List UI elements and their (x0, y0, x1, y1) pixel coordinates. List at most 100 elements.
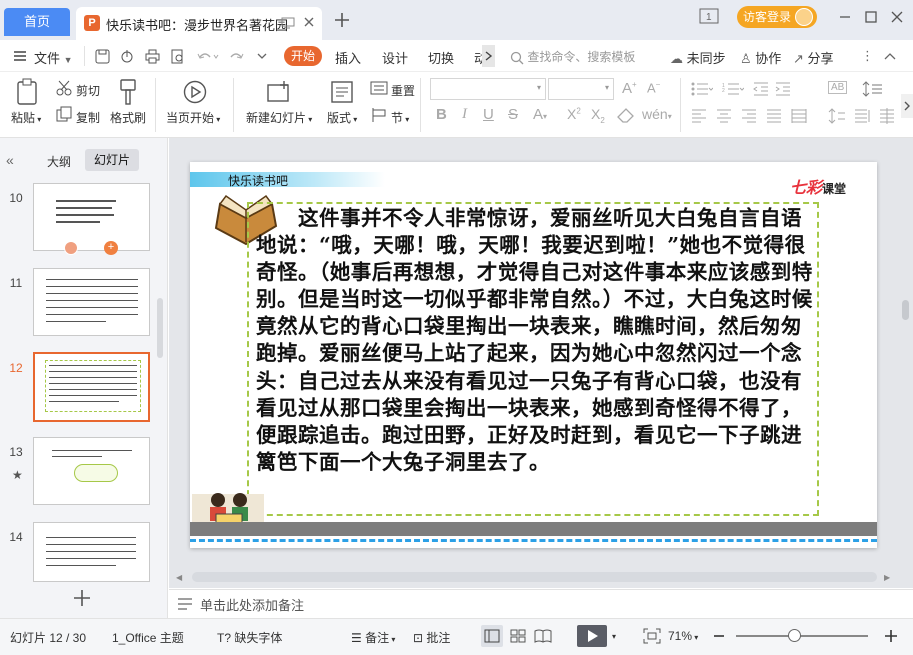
tab-outline[interactable]: 大纲 (47, 153, 71, 170)
paste-icon[interactable] (15, 78, 41, 106)
text-box-style-icon[interactable]: AB (828, 81, 848, 94)
slide-thumbnail[interactable] (33, 268, 150, 336)
tab-animation[interactable]: 动 (474, 48, 482, 67)
home-tab[interactable]: 首页 (4, 8, 70, 36)
font-size-dropdown[interactable]: ▾ (548, 78, 614, 100)
zoom-in-icon[interactable] (883, 628, 899, 644)
export-icon[interactable] (120, 49, 135, 64)
theme-name[interactable]: 1_Office 主题 (112, 629, 184, 646)
decrease-font-size-icon[interactable]: A− (647, 80, 660, 95)
new-slide-icon[interactable] (266, 80, 292, 104)
tab-transition[interactable]: 切换 (428, 48, 454, 67)
strikethrough-icon[interactable]: S (508, 106, 518, 123)
scroll-right-arrow[interactable]: ▶ (884, 573, 890, 582)
justify-icon[interactable] (766, 109, 782, 123)
paste-button[interactable]: 粘贴 ▾ (11, 109, 41, 126)
collaborate-button[interactable]: ♙ 协作 (740, 48, 781, 67)
missing-fonts-button[interactable]: T? 缺失字体 (217, 629, 282, 646)
slideshow-play-button[interactable] (577, 625, 607, 647)
slide-thumbnail[interactable]: + (33, 183, 150, 255)
increase-indent-icon[interactable] (775, 82, 791, 96)
reading-view-icon[interactable] (534, 625, 552, 647)
sync-status[interactable]: ☁ 未同步 (670, 48, 726, 67)
slide-body-text[interactable]: 这件事并不令人非常惊讶，爱丽丝听见大白兔自言自语地说：“哦，天哪！哦，天哪！我要… (256, 205, 813, 476)
add-slide-button[interactable] (72, 588, 92, 608)
close-window-icon[interactable] (890, 10, 904, 24)
file-menu[interactable]: 文件 ▼ (34, 48, 73, 67)
print-icon[interactable] (145, 49, 160, 64)
document-tab[interactable]: P 快乐读书吧：漫步世界名著花园 (76, 7, 322, 40)
more-options-icon[interactable]: ⋮ (861, 48, 874, 64)
play-circle-icon[interactable] (183, 80, 207, 104)
tab-insert[interactable]: 插入 (335, 48, 361, 67)
start-from-current-button[interactable]: 当页开始 ▾ (166, 109, 220, 126)
vertical-scrollbar[interactable] (902, 300, 909, 320)
cut-button[interactable]: 剪切 (76, 82, 100, 99)
font-color-icon[interactable]: A▾ (533, 106, 547, 123)
tab-design[interactable]: 设计 (382, 48, 408, 67)
new-tab-icon[interactable] (334, 12, 350, 28)
bold-icon[interactable]: B (436, 106, 447, 123)
zoom-slider-thumb[interactable] (787, 629, 801, 642)
notes-toggle-button[interactable]: ☰ 备注 ▾ (351, 629, 395, 646)
phonetic-guide-icon[interactable]: wén▾ (642, 106, 672, 122)
minimize-icon[interactable] (838, 10, 852, 24)
slide-thumbnail-selected[interactable] (33, 352, 150, 422)
command-search-box[interactable]: 查找命令、搜索模板 (510, 48, 635, 65)
tab-start[interactable]: 开始 (284, 46, 322, 66)
visitor-login-button[interactable]: 访客登录 (737, 6, 817, 28)
close-tab-icon[interactable] (302, 15, 316, 29)
fit-window-icon[interactable] (643, 628, 661, 644)
zoom-out-icon[interactable] (712, 628, 726, 644)
text-direction-icon[interactable] (853, 108, 871, 124)
collapse-ribbon-icon[interactable] (884, 51, 896, 61)
screen-icon[interactable] (281, 16, 295, 30)
reset-button[interactable]: 重置 (391, 82, 415, 99)
layout-button[interactable]: 版式 ▾ (327, 109, 357, 126)
ribbon-scroll-right-button[interactable] (901, 94, 913, 118)
window-number-icon[interactable]: 1 (699, 8, 719, 24)
superscript-icon[interactable]: X2 (567, 106, 581, 122)
slide-thumbnail[interactable] (33, 437, 150, 505)
comments-button[interactable]: ⊡ 批注 (413, 629, 450, 646)
paragraph-spacing-icon[interactable] (828, 108, 846, 124)
italic-icon[interactable]: I (462, 106, 467, 123)
copy-button[interactable]: 复制 (76, 109, 100, 126)
horizontal-scrollbar[interactable] (192, 572, 877, 582)
maximize-icon[interactable] (864, 10, 878, 24)
font-name-dropdown[interactable]: ▾ (430, 78, 546, 100)
collapse-panel-icon[interactable]: « (6, 152, 14, 168)
play-icon[interactable] (64, 241, 78, 255)
share-button[interactable]: ↗ 分享 (793, 48, 834, 67)
columns-icon[interactable] (878, 108, 896, 124)
more-tabs-button[interactable] (482, 45, 495, 67)
notes-pane[interactable]: 单击此处添加备注 (169, 589, 913, 617)
add-slide-icon[interactable]: + (104, 241, 118, 255)
clear-format-icon[interactable] (617, 108, 635, 124)
customize-quick-access-icon[interactable] (257, 50, 267, 62)
subscript-icon[interactable]: X2 (591, 106, 605, 125)
underline-icon[interactable]: U (483, 106, 494, 123)
align-center-icon[interactable] (716, 109, 732, 123)
format-painter-button[interactable]: 格式刷 (110, 109, 146, 126)
zoom-level[interactable]: 71% ▾ (668, 629, 698, 643)
print-preview-icon[interactable] (170, 49, 185, 64)
redo-icon[interactable] (230, 49, 245, 64)
line-spacing-icon[interactable] (862, 81, 884, 97)
bullet-list-icon[interactable] (691, 82, 713, 96)
align-right-icon[interactable] (741, 109, 757, 123)
undo-icon[interactable] (196, 49, 220, 64)
format-painter-icon[interactable] (117, 78, 139, 106)
section-button[interactable]: 节 ▾ (391, 109, 409, 126)
scroll-left-arrow[interactable]: ◀ (176, 573, 182, 582)
align-left-icon[interactable] (691, 109, 707, 123)
decrease-indent-icon[interactable] (753, 82, 769, 96)
slide-thumbnail[interactable] (33, 522, 150, 582)
normal-view-button[interactable] (481, 625, 503, 647)
hamburger-icon[interactable] (13, 49, 27, 63)
chevron-down-icon[interactable]: ▾ (612, 632, 616, 641)
panel-scrollbar[interactable] (157, 298, 163, 358)
increase-font-size-icon[interactable]: A+ (622, 80, 637, 97)
numbered-list-icon[interactable]: 12 (722, 82, 744, 96)
zoom-slider-track[interactable] (736, 635, 868, 637)
